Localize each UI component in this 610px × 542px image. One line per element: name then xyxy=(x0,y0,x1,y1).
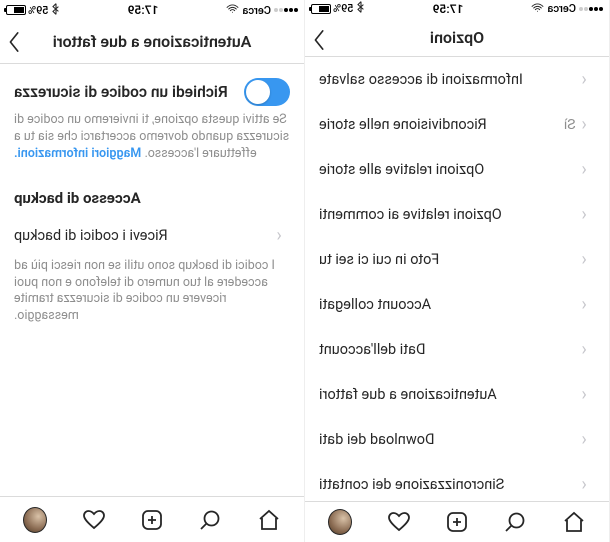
row-photos-of-you[interactable]: ‹ Foto in cui ci sei tu xyxy=(305,237,609,282)
tab-search[interactable] xyxy=(503,510,527,534)
battery-icon: 59% xyxy=(311,2,354,15)
options-screen: Cerca 17:59 59% Opzioni ‹ Informazioni d… xyxy=(305,0,610,542)
clock: 17:59 xyxy=(128,3,159,17)
row-label: Informazioni di accesso salvate xyxy=(319,71,523,88)
options-list: ‹ Informazioni di accesso salvate ‹ Sì Ri… xyxy=(305,57,609,500)
wifi-icon xyxy=(226,3,239,17)
backup-description: I codici di backup sono utili se non rie… xyxy=(0,258,304,338)
more-info-link[interactable]: Maggiori informazioni. xyxy=(14,146,141,161)
wifi-icon xyxy=(531,2,544,16)
toggle-label: Richiedi un codice di sicurezza xyxy=(14,83,228,101)
tab-profile[interactable] xyxy=(23,508,47,532)
status-bar: Cerca 17:59 59% xyxy=(305,0,609,18)
avatar xyxy=(328,509,352,535)
chevron-left-icon: ‹ xyxy=(582,114,587,135)
back-button[interactable] xyxy=(313,18,327,62)
row-label: Download dei dati xyxy=(319,431,434,448)
tab-add-post[interactable] xyxy=(445,510,469,534)
status-bar: Cerca 17:59 59% xyxy=(0,0,304,20)
signal-icon xyxy=(579,7,603,11)
chevron-left-icon: ‹ xyxy=(582,429,587,450)
tab-home[interactable] xyxy=(257,508,281,532)
tab-home[interactable] xyxy=(562,510,586,534)
battery-pct: 59% xyxy=(333,2,354,15)
row-story-resharing[interactable]: ‹ Sì Ricondivisione nelle storie xyxy=(305,102,609,147)
row-get-backup-codes[interactable]: ‹ Ricevi i codici di backup xyxy=(0,213,304,258)
tab-bar xyxy=(305,501,609,542)
battery-icon: 59% xyxy=(6,4,49,17)
chevron-left-icon: ‹ xyxy=(582,384,587,405)
row-data-download[interactable]: ‹ Download dei dati xyxy=(305,417,609,462)
bluetooth-icon xyxy=(52,3,60,18)
row-require-security-code: Richiedi un codice di sicurezza xyxy=(0,64,304,112)
security-code-toggle[interactable] xyxy=(244,78,290,106)
row-value: Sì xyxy=(564,117,576,133)
tab-profile[interactable] xyxy=(328,510,352,534)
chevron-left-icon: ‹ xyxy=(582,294,587,315)
row-story-options[interactable]: ‹ Opzioni relative alle storie xyxy=(305,147,609,192)
page-title: Opzioni xyxy=(430,28,484,47)
page-title: Autenticazione a due fattori xyxy=(53,32,252,51)
chevron-left-icon: ‹ xyxy=(277,225,282,246)
tab-search[interactable] xyxy=(198,508,222,532)
back-button[interactable] xyxy=(8,20,22,64)
clock: 17:59 xyxy=(433,2,464,16)
screen-header: Autenticazione a due fattori xyxy=(0,20,304,64)
chevron-left-icon: ‹ xyxy=(582,69,587,90)
chevron-left-icon: ‹ xyxy=(582,339,587,360)
row-label: Sincronizzazione dei contatti xyxy=(319,476,504,493)
battery-pct: 59% xyxy=(28,4,49,17)
row-label: Account collegati xyxy=(319,296,431,313)
row-label: Opzioni relative ai commenti xyxy=(319,206,502,223)
row-label: Ricevi i codici di backup xyxy=(14,227,168,244)
row-comment-options[interactable]: ‹ Opzioni relative ai commenti xyxy=(305,192,609,237)
chevron-left-icon: ‹ xyxy=(582,159,587,180)
two-factor-content: Richiedi un codice di sicurezza Se attiv… xyxy=(0,64,304,496)
screen-header: Opzioni xyxy=(305,18,609,58)
two-factor-screen: Cerca 17:59 59% Autenticazione a due fat… xyxy=(0,0,305,542)
row-label: Ricondivisione nelle storie xyxy=(319,116,487,133)
avatar xyxy=(23,507,47,533)
tab-activity[interactable] xyxy=(387,510,411,534)
row-label: Foto in cui ci sei tu xyxy=(319,251,439,268)
row-linked-accounts[interactable]: ‹ Account collegati xyxy=(305,282,609,327)
tab-activity[interactable] xyxy=(82,508,106,532)
row-label: Autenticazione a due fattori xyxy=(319,386,497,403)
chevron-left-icon: ‹ xyxy=(582,249,587,270)
row-account-data[interactable]: ‹ Dati dell'account xyxy=(305,327,609,372)
chevron-left-icon: ‹ xyxy=(582,204,587,225)
tab-bar xyxy=(0,496,304,542)
row-two-factor-auth[interactable]: ‹ Autenticazione a due fattori xyxy=(305,372,609,417)
bluetooth-icon xyxy=(357,1,365,16)
row-contact-sync[interactable]: ‹ Sincronizzazione dei contatti xyxy=(305,462,609,500)
toggle-description: Se attivi questa opzione, ti invieremo u… xyxy=(0,112,304,175)
carrier-label: Cerca xyxy=(547,2,576,15)
tab-add-post[interactable] xyxy=(140,508,164,532)
signal-icon xyxy=(274,8,298,12)
row-label: Dati dell'account xyxy=(319,341,425,358)
row-saved-login[interactable]: ‹ Informazioni di accesso salvate xyxy=(305,57,609,102)
backup-access-section: Accesso di backup xyxy=(0,175,304,213)
row-label: Opzioni relative alle storie xyxy=(319,161,484,178)
chevron-left-icon: ‹ xyxy=(582,474,587,495)
carrier-label: Cerca xyxy=(242,4,271,17)
